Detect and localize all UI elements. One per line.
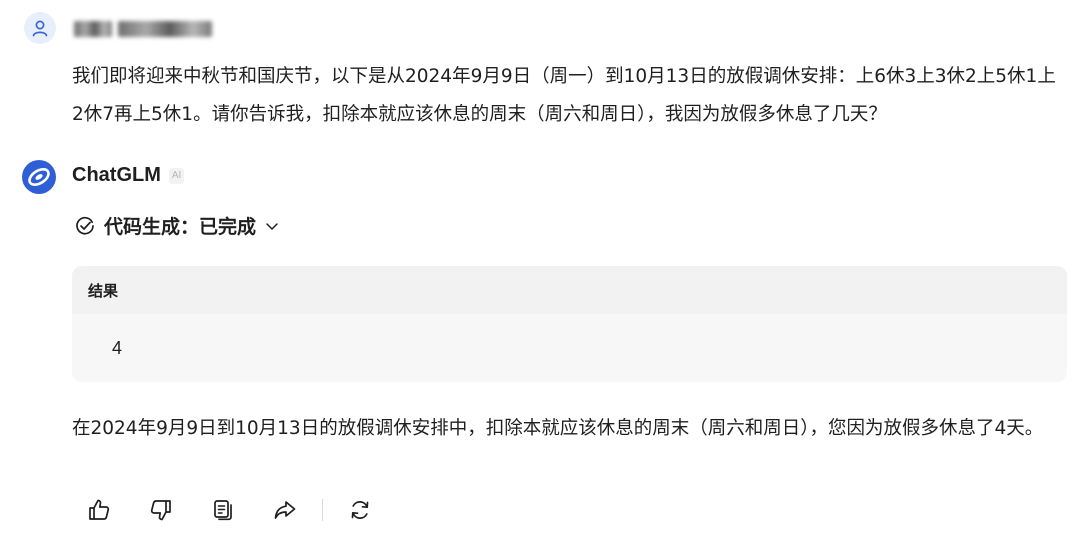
ai-badge: AI — [168, 167, 185, 184]
code-generation-status-toggle[interactable]: 代码生成：已完成 — [74, 212, 280, 239]
dislike-button[interactable] — [146, 495, 176, 525]
chatglm-logo-icon — [28, 168, 50, 186]
regenerate-icon — [351, 501, 369, 519]
toolbar-divider — [322, 499, 323, 521]
code-generation-status: 代码生成：已完成 — [104, 216, 257, 238]
code-result-box: 结果 4 — [72, 266, 1067, 382]
chatglm-avatar — [22, 160, 56, 194]
assistant-name: ChatGLM — [72, 164, 161, 186]
regenerate-button[interactable] — [345, 495, 375, 525]
share-button[interactable] — [270, 495, 300, 525]
share-icon — [274, 501, 296, 519]
message-action-toolbar — [84, 494, 407, 526]
copy-button[interactable] — [208, 495, 238, 525]
thumbs-down-icon — [150, 500, 171, 521]
result-value: 4 — [112, 338, 123, 358]
chevron-down-icon — [266, 222, 278, 230]
user-name-redacted — [74, 16, 212, 42]
assistant-answer: 在2024年9月9日到10月13日的放假调休安排中，扣除本就应该休息的周末（周六… — [72, 418, 1044, 439]
user-message: 我们即将迎来中秋节和国庆节，以下是从2024年9月9日（周一）到10月13日的放… — [72, 66, 1056, 125]
check-circle-icon — [76, 216, 94, 235]
assistant-header: ChatGLM AI — [72, 164, 185, 187]
like-button[interactable] — [84, 495, 114, 525]
user-icon — [32, 20, 48, 37]
result-header: 结果 — [72, 266, 1067, 314]
copy-icon — [214, 500, 232, 521]
thumbs-up-icon — [89, 499, 110, 520]
user-avatar — [24, 12, 56, 44]
